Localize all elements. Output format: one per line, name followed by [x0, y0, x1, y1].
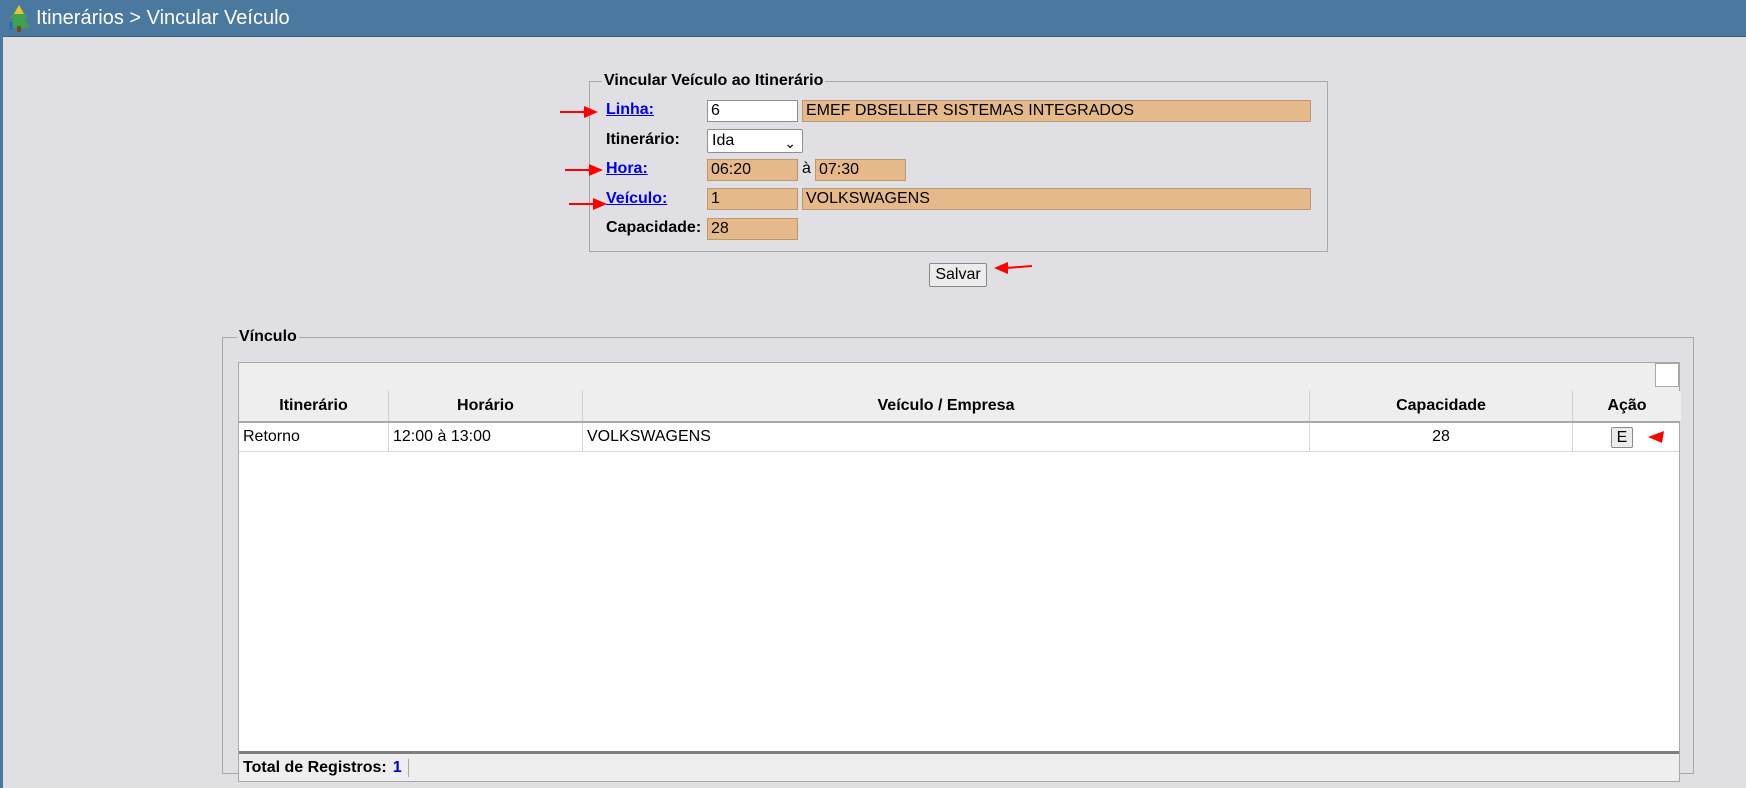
column-header-veiculo-empresa: Veículo / Empresa [583, 391, 1310, 421]
edit-button[interactable]: E [1611, 426, 1633, 448]
veiculo-link[interactable]: Veículo: [606, 190, 667, 208]
linha-name-field: EMEF DBSELLER SISTEMAS INTEGRADOS [802, 100, 1311, 122]
form-legend: Vincular Veículo ao Itinerário [604, 72, 824, 89]
linha-link[interactable]: Linha: [606, 101, 654, 119]
hora-end-field: 07:30 [815, 159, 906, 181]
annotation-arrow-veiculo [569, 198, 607, 210]
cell-itinerario: Retorno [239, 423, 389, 452]
itinerario-label: Itinerário: [606, 131, 680, 148]
annotation-arrow-hora [565, 164, 603, 176]
title-bar: Itinerários > Vincular Veículo [0, 0, 1746, 37]
annotation-arrow-linha [560, 106, 598, 118]
capacidade-field: 28 [707, 218, 798, 240]
annotation-arrow-salvar [994, 262, 1032, 274]
capacidade-label: Capacidade: [606, 219, 702, 236]
column-header-capacidade: Capacidade [1310, 391, 1573, 421]
itinerario-selected-value: Ida [712, 132, 735, 149]
column-header-horario: Horário [389, 391, 583, 421]
cell-veiculo: VOLKSWAGENS [583, 423, 1310, 452]
total-registros-label: Total de Registros: [243, 758, 387, 776]
page-title: Itinerários > Vincular Veículo [36, 6, 290, 29]
tree-logo-icon [8, 5, 30, 32]
column-header-itinerario: Itinerário [239, 391, 389, 421]
hora-separator: à [802, 160, 811, 177]
veiculo-code-field: 1 [707, 188, 798, 210]
cell-horario: 12:00 à 13:00 [389, 423, 583, 452]
column-header-acao: Ação [1573, 391, 1681, 421]
vinculo-fieldset: Vínculo Itinerário Horário Veículo / Emp… [222, 328, 1694, 782]
window-left-border [0, 36, 3, 788]
veiculo-name-field: VOLKSWAGENS [802, 188, 1311, 210]
grid-scroll-corner[interactable] [1655, 363, 1679, 387]
hora-link[interactable]: Hora: [606, 160, 648, 178]
grid-legend: Vínculo [239, 328, 297, 345]
cell-capacidade: 28 [1310, 423, 1573, 452]
grid-footer: Total de Registros: 1 [239, 751, 1679, 781]
itinerario-select[interactable]: Ida ⌄ [707, 129, 803, 153]
vinculo-grid: Itinerário Horário Veículo / Empresa Cap… [238, 362, 1681, 782]
chevron-down-icon: ⌄ [784, 135, 796, 151]
hora-start-field: 06:20 [707, 159, 798, 181]
linha-code-input[interactable]: 6 [707, 100, 798, 122]
annotation-arrow-edit [1648, 431, 1664, 443]
save-button[interactable]: Salvar [929, 263, 987, 287]
total-registros-count: 1 [393, 758, 409, 777]
